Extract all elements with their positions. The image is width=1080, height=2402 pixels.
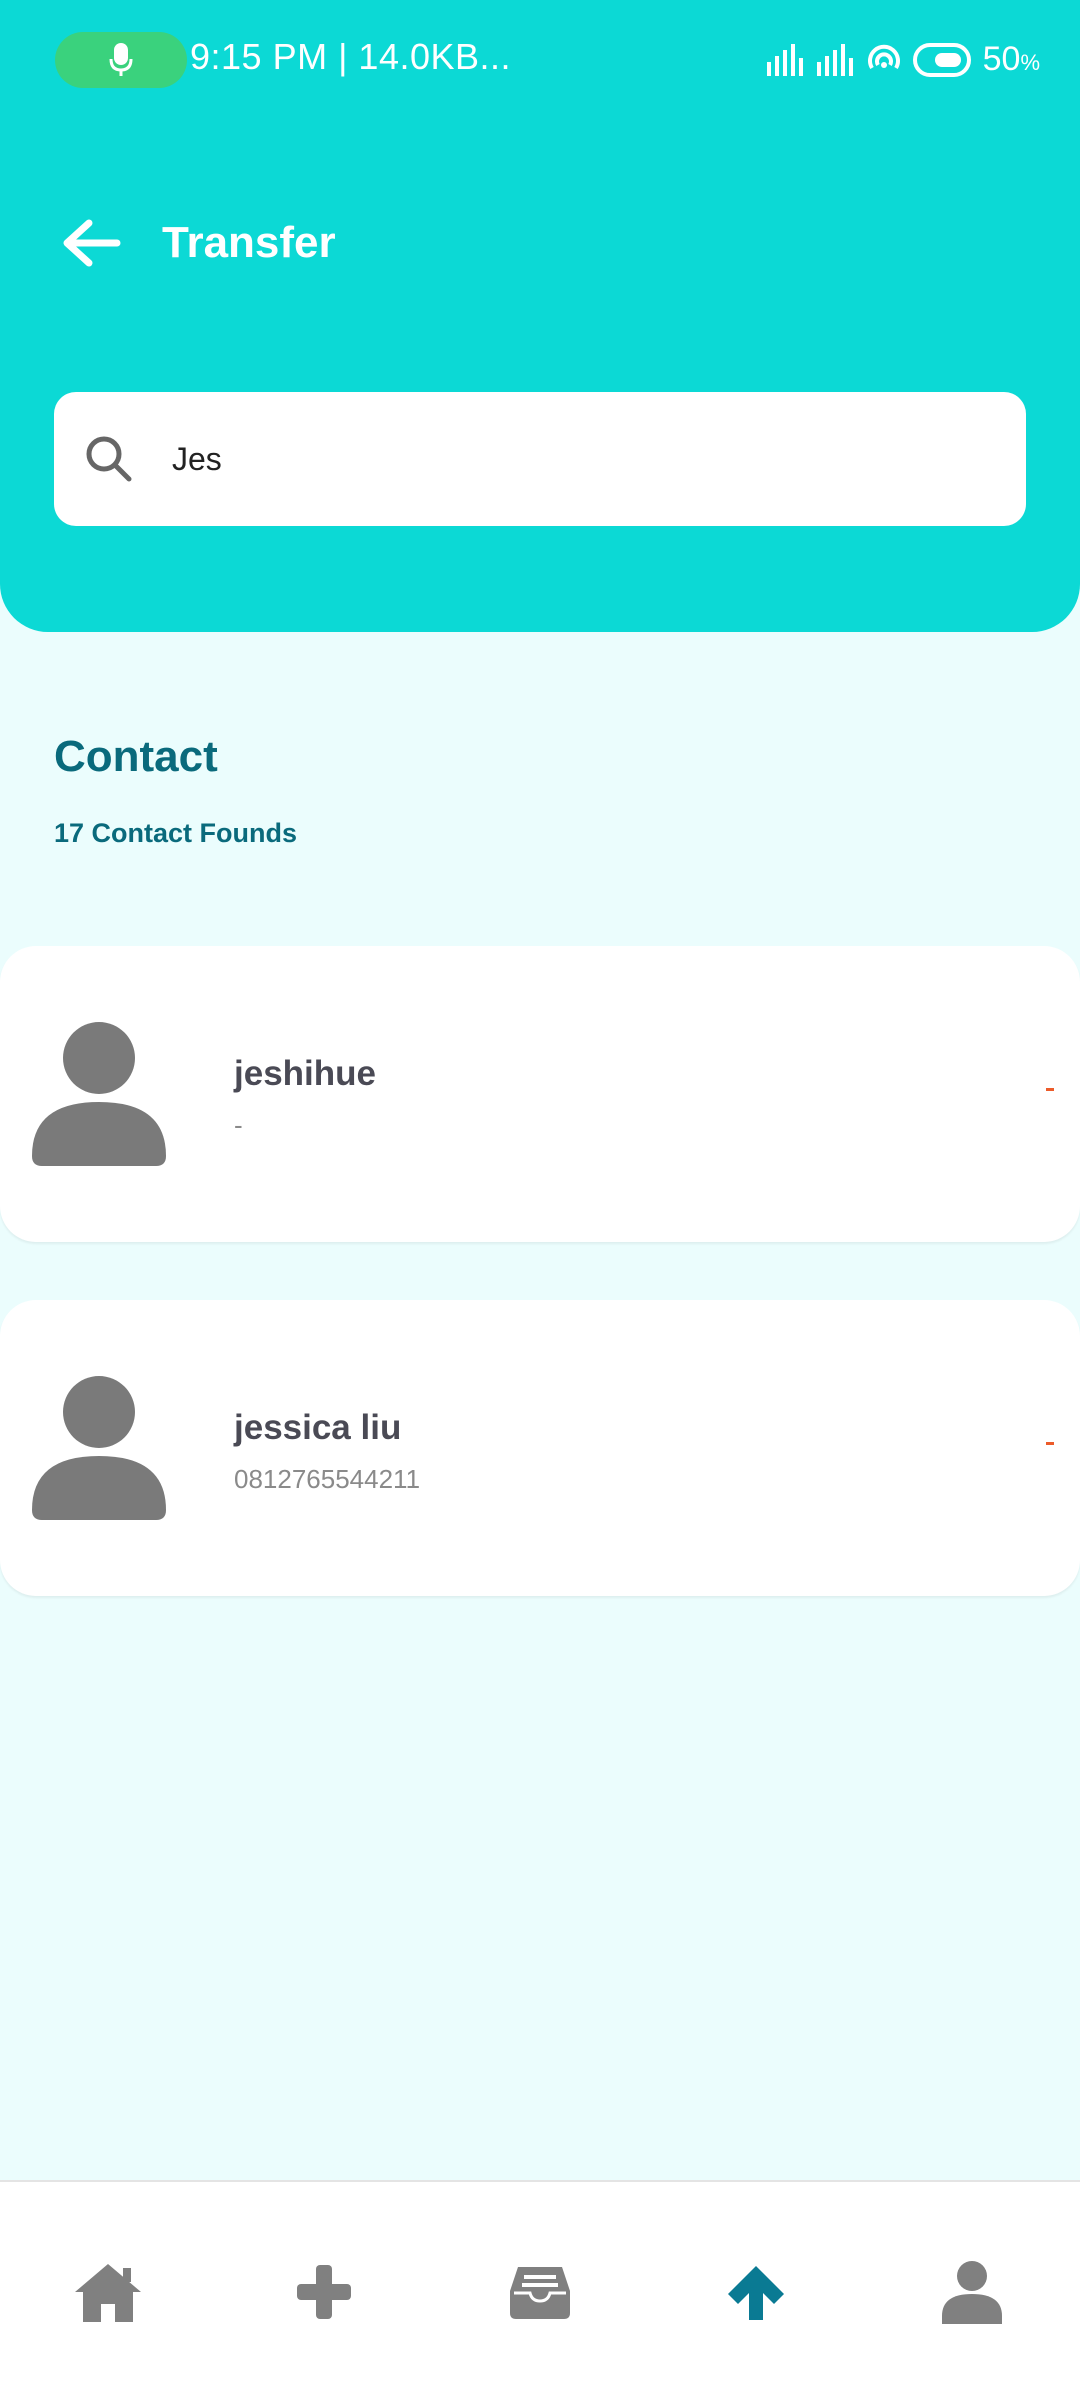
contact-phone: - <box>234 1110 243 1140</box>
avatar-icon <box>32 1376 166 1520</box>
section-title: Contact <box>54 732 218 781</box>
contact-name: jessica liu <box>234 1408 402 1447</box>
toggle-icon <box>912 42 971 77</box>
nav-home[interactable] <box>0 2182 216 2402</box>
nav-add[interactable] <box>216 2182 432 2402</box>
page-title: Transfer <box>162 218 336 267</box>
signal-icon <box>766 43 803 76</box>
back-button[interactable] <box>56 208 126 278</box>
mic-indicator <box>55 32 187 88</box>
header: 9:15 PM | 14.0KB... 50% Transfer Jes <box>0 0 1080 632</box>
nav-transfer[interactable] <box>648 2182 864 2402</box>
search-icon <box>86 436 132 482</box>
avatar-icon <box>32 1022 166 1166</box>
search-box[interactable] <box>54 392 1026 526</box>
contact-status-dash <box>1046 1442 1054 1445</box>
user-icon <box>942 2261 1002 2324</box>
hotspot-icon <box>867 44 900 69</box>
nav-inbox[interactable] <box>432 2182 648 2402</box>
inbox-icon <box>510 2267 570 2319</box>
contact-name: jeshihue <box>234 1054 376 1093</box>
nav-profile[interactable] <box>864 2182 1080 2402</box>
battery-level: 50% <box>982 40 1040 78</box>
signal-icon-2 <box>816 43 853 76</box>
contact-card[interactable]: jeshihue - <box>0 946 1080 1242</box>
arrow-left-icon <box>63 219 121 267</box>
arrow-up-icon <box>728 2266 784 2320</box>
microphone-icon <box>109 43 133 76</box>
contact-card[interactable]: jessica liu 0812765544211 <box>0 1300 1080 1596</box>
status-time: 9:15 PM | 14.0KB... <box>190 36 512 77</box>
bottom-navigation <box>0 2180 1080 2402</box>
contact-status-dash <box>1046 1088 1054 1091</box>
status-icons: 50% <box>766 40 1040 79</box>
contact-count: 17 Contact Founds <box>54 818 298 848</box>
home-icon <box>75 2264 141 2322</box>
status-bar: 9:15 PM | 14.0KB... 50% <box>0 0 1080 120</box>
search-input[interactable] <box>172 432 992 486</box>
contact-phone: 0812765544211 <box>234 1464 421 1494</box>
plus-icon <box>297 2265 351 2319</box>
